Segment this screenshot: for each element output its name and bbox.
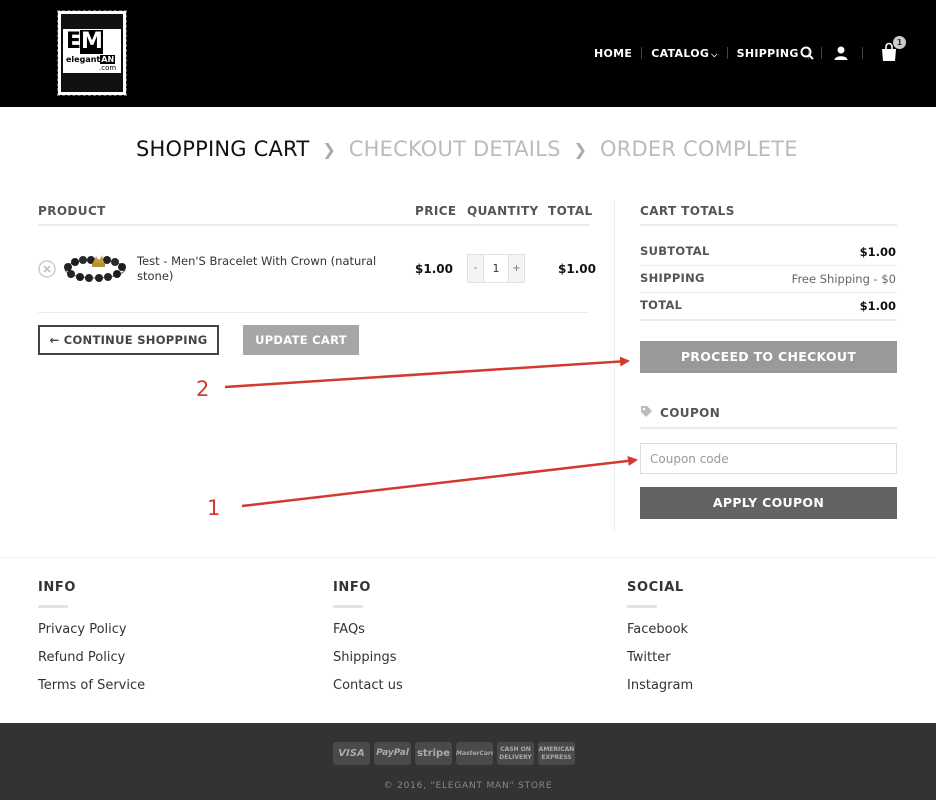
footer-link-instagram[interactable]: Instagram [627,678,887,706]
nav-shipping[interactable]: SHIPPING [737,47,799,60]
footer-link-privacy-policy[interactable]: Privacy Policy [38,622,298,650]
totals-row-rule [640,265,897,266]
footer-column-info: INFO Privacy Policy Refund Policy Terms … [38,580,298,706]
nav-divider [641,47,643,59]
step-shopping-cart[interactable]: SHOPPING CART [136,137,309,161]
footer-column-title: SOCIAL [627,580,684,595]
shipping-label: SHIPPING [640,271,705,285]
stripe-icon: stripe [415,742,452,765]
totals-row-rule [640,292,897,293]
annotation-arrow-2 [224,356,630,389]
nav-catalog[interactable]: CATALOG ⌵ [651,47,717,60]
site-header: EM elegantAN .com HOME CATALOG ⌵ SHIPPING… [0,0,936,107]
nav-divider [821,47,822,59]
step-checkout-details[interactable]: CHECKOUT DETAILS [349,137,561,161]
quantity-decrease-button[interactable]: - [468,255,483,282]
main-nav: HOME CATALOG ⌵ SHIPPING [594,44,818,62]
logo-box: EM elegantAN .com [63,29,121,73]
payment-icons: VISA PayPal stripe MasterCard CASH ON DE… [333,742,575,765]
copyright-text: © 2016, "ELEGANT MAN" STORE [383,781,553,791]
col-header-price: PRICE [415,204,457,218]
logo-em: EM [66,29,103,54]
quantity-stepper: - 1 + [467,254,525,283]
subtotal-label: SUBTOTAL [640,244,710,258]
cart-totals-title: CART TOTALS [640,204,735,218]
total-label: TOTAL [640,298,683,312]
col-header-product: PRODUCT [38,204,106,218]
product-line-total: $1.00 [558,262,596,276]
footer-bottom-bar: VISA PayPal stripe MasterCard CASH ON DE… [0,723,936,800]
update-cart-button[interactable]: UPDATE CART [243,325,359,355]
cash-on-delivery-icon: CASH ON DELIVERY [497,742,534,765]
footer-title-rule [333,605,363,608]
footer-title-rule [627,605,657,608]
american-express-icon: AMERICAN EXPRESS [538,742,575,765]
coupon-rule [640,427,897,429]
logo-elegant: elegantAN [66,55,116,64]
paypal-icon: PayPal [374,742,411,765]
totals-bottom-rule [640,319,897,321]
product-price: $1.00 [415,262,453,276]
apply-coupon-button[interactable]: APPLY COUPON [640,487,897,519]
total-value: $1.00 [859,299,896,313]
footer-link-refund-policy[interactable]: Refund Policy [38,650,298,678]
footer-column-title: INFO [333,580,372,595]
nav-home[interactable]: HOME [594,47,632,60]
footer-title-rule [38,605,68,608]
continue-shopping-button[interactable]: ← CONTINUE SHOPPING [38,325,219,355]
site-footer: INFO Privacy Policy Refund Policy Terms … [0,557,936,723]
chevron-down-icon: ⌵ [711,49,718,59]
column-divider [614,200,615,530]
footer-column-social: SOCIAL Facebook Twitter Instagram [627,580,887,706]
col-header-total: TOTAL [548,204,593,218]
product-thumbnail[interactable] [62,252,128,282]
footer-link-terms-of-service[interactable]: Terms of Service [38,678,298,706]
footer-link-shippings[interactable]: Shippings [333,650,593,678]
quantity-input[interactable]: 1 [483,255,509,282]
coupon-code-input[interactable] [640,443,897,474]
coupon-title: COUPON [660,406,721,420]
logo-com: .com [99,64,117,72]
step-order-complete: ORDER COMPLETE [600,137,798,161]
annotation-number-2: 2 [196,377,210,401]
footer-link-facebook[interactable]: Facebook [627,622,887,650]
table-header-rule [38,224,589,226]
footer-link-contact-us[interactable]: Contact us [333,678,593,706]
proceed-to-checkout-button[interactable]: PROCEED TO CHECKOUT [640,341,897,373]
footer-link-faqs[interactable]: FAQs [333,622,593,650]
table-row-rule [38,312,589,313]
remove-item-icon[interactable] [38,260,56,278]
user-icon[interactable] [833,45,849,61]
tag-icon [641,406,652,417]
product-name-link[interactable]: Test - Men'S Bracelet With Crown (natura… [137,254,403,284]
col-header-quantity: QUANTITY [467,204,539,218]
nav-divider [862,47,863,59]
annotation-arrow-1 [241,455,638,508]
checkout-breadcrumb: SHOPPING CART ❯ CHECKOUT DETAILS ❯ ORDER… [136,137,798,161]
annotation-number-1: 1 [207,496,221,520]
footer-column-info-2: INFO FAQs Shippings Contact us [333,580,593,706]
cart-count-badge: 1 [893,36,906,49]
logo-m: M [80,29,103,54]
subtotal-value: $1.00 [859,245,896,259]
nav-divider [726,47,728,59]
quantity-increase-button[interactable]: + [509,255,524,282]
mastercard-icon: MasterCard [456,742,493,765]
chevron-right-icon: ❯ [573,139,588,159]
footer-column-title: INFO [38,580,77,595]
footer-link-twitter[interactable]: Twitter [627,650,887,678]
shipping-value: Free Shipping - $0 [791,272,896,286]
site-logo[interactable]: EM elegantAN .com [56,9,128,97]
chevron-right-icon: ❯ [322,139,336,159]
search-icon[interactable] [800,46,814,60]
cart-totals-rule [640,224,897,226]
visa-icon: VISA [333,742,370,765]
